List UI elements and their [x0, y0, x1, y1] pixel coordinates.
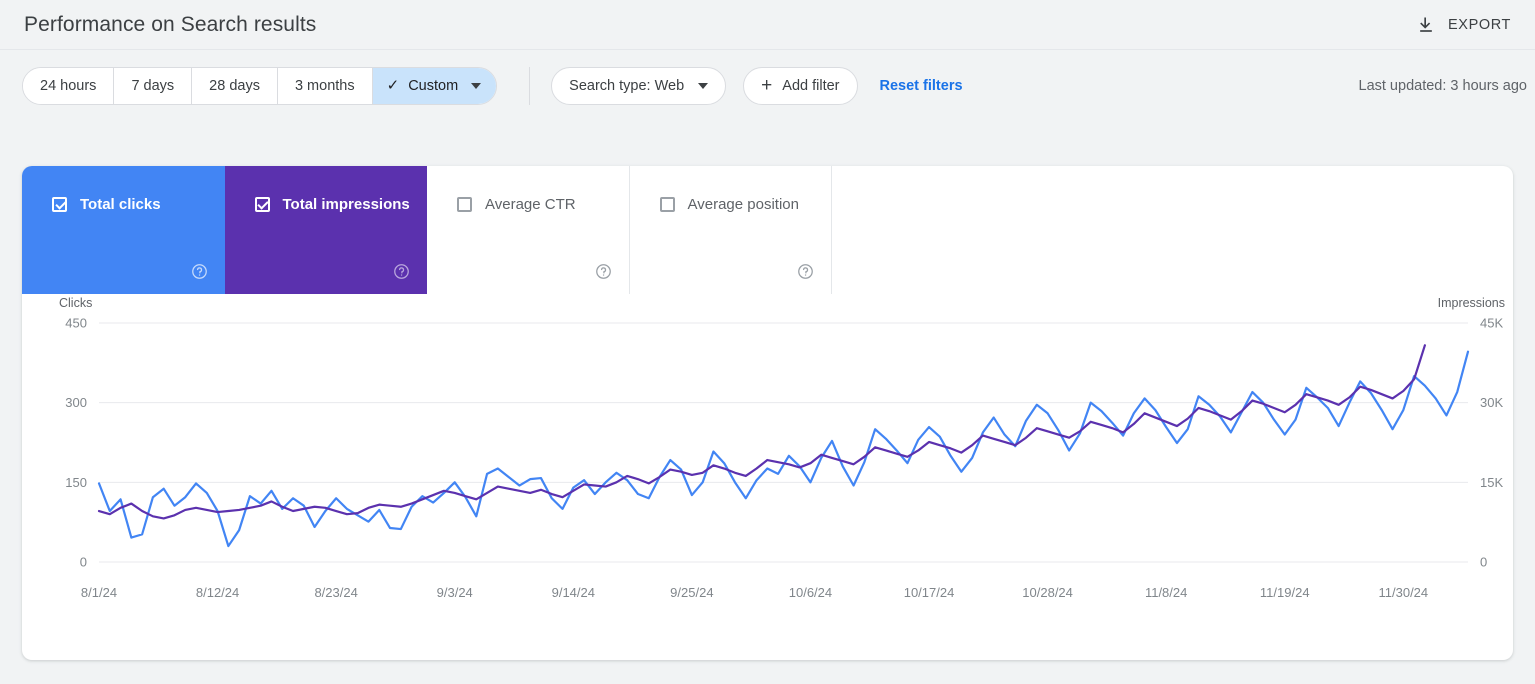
metric-checkbox-total-clicks[interactable] [52, 197, 67, 212]
svg-text:10/6/24: 10/6/24 [789, 585, 832, 600]
page-title: Performance on Search results [24, 12, 317, 36]
performance-page: Performance on Search results EXPORT 24 … [0, 0, 1535, 684]
svg-text:8/23/24: 8/23/24 [314, 585, 357, 600]
svg-text:9/3/24: 9/3/24 [437, 585, 473, 600]
date-range-28-days[interactable]: 28 days [192, 67, 278, 104]
search-type-dropdown[interactable]: Search type: Web [551, 66, 727, 105]
search-type-label: Search type: Web [569, 77, 685, 94]
metric-card-average-ctr[interactable]: Average CTR [427, 166, 630, 294]
metric-label: Average position [687, 196, 799, 213]
metric-checkbox-average-ctr[interactable] [457, 197, 472, 212]
export-label: EXPORT [1448, 16, 1511, 33]
date-range-custom[interactable]: ✓ Custom [372, 67, 497, 104]
metric-checkbox-average-position[interactable] [659, 197, 675, 212]
date-range-24-hours[interactable]: 24 hours [23, 67, 115, 104]
help-circle-icon[interactable] [797, 263, 814, 280]
metric-label: Total clicks [80, 196, 161, 213]
metric-checkbox-total-impressions[interactable] [254, 197, 270, 212]
date-range-label: Custom [408, 77, 459, 94]
date-range-segmented-control: 24 hours 7 days 28 days 3 months ✓ Custo… [22, 66, 498, 105]
chevron-down-icon [698, 82, 709, 89]
metric-label: Total impressions [282, 196, 410, 213]
plus-icon: + [761, 75, 773, 96]
svg-text:450: 450 [65, 316, 87, 331]
date-range-3-months[interactable]: 3 months [277, 67, 373, 104]
reset-filters-link[interactable]: Reset filters [880, 78, 963, 94]
svg-text:150: 150 [65, 475, 87, 490]
metric-card-average-position[interactable]: Average position [629, 166, 832, 294]
svg-text:0: 0 [1480, 555, 1487, 570]
chart-svg: Clicks Impressions 0 150 300 450 0 15K 30K 45K 8/1… [59, 296, 1505, 600]
metric-label: Average CTR [485, 196, 576, 213]
date-range-label: 24 hours [40, 77, 97, 94]
date-range-7-days[interactable]: 7 days [114, 67, 193, 104]
help-circle-icon[interactable] [595, 263, 612, 280]
check-icon: ✓ [386, 77, 400, 94]
help-circle-icon[interactable] [393, 263, 410, 280]
svg-text:300: 300 [65, 395, 87, 410]
last-updated-text: Last updated: 3 hours ago [1358, 77, 1528, 94]
svg-text:8/12/24: 8/12/24 [196, 585, 239, 600]
performance-panel: Total clicks Total impressions Average C… [22, 166, 1513, 660]
svg-text:11/19/24: 11/19/24 [1260, 585, 1310, 600]
svg-text:Impressions: Impressions [1438, 296, 1505, 310]
date-range-label: 3 months [294, 77, 355, 94]
date-range-label: 28 days [209, 77, 260, 94]
add-filter-button[interactable]: + Add filter [743, 66, 858, 105]
chevron-down-icon [471, 82, 482, 89]
performance-chart[interactable]: Clicks Impressions 0 150 300 450 0 15K 30K 45K 8/1… [22, 294, 1513, 660]
svg-text:Clicks: Clicks [59, 296, 92, 310]
metric-cards: Total clicks Total impressions Average C… [22, 166, 832, 294]
svg-text:10/17/24: 10/17/24 [904, 585, 955, 600]
svg-text:8/1/24: 8/1/24 [81, 585, 117, 600]
export-button[interactable]: EXPORT [1414, 9, 1513, 41]
svg-text:9/14/24: 9/14/24 [552, 585, 595, 600]
svg-text:30K: 30K [1480, 395, 1503, 410]
svg-text:15K: 15K [1480, 475, 1503, 490]
page-header: Performance on Search results EXPORT [0, 0, 1535, 50]
toolbar-divider [529, 66, 531, 105]
metric-card-total-impressions[interactable]: Total impressions [224, 166, 427, 294]
svg-text:9/25/24: 9/25/24 [670, 585, 713, 600]
download-icon [1416, 15, 1436, 35]
help-circle-icon[interactable] [191, 263, 208, 280]
svg-text:10/28/24: 10/28/24 [1022, 585, 1073, 600]
filters-toolbar: 24 hours 7 days 28 days 3 months ✓ Custo… [0, 51, 1535, 120]
add-filter-label: Add filter [782, 77, 840, 94]
svg-text:45K: 45K [1480, 316, 1503, 331]
svg-text:11/8/24: 11/8/24 [1145, 585, 1187, 600]
svg-text:11/30/24: 11/30/24 [1379, 585, 1429, 600]
svg-text:0: 0 [80, 555, 87, 570]
date-range-label: 7 days [131, 77, 175, 94]
metric-card-total-clicks[interactable]: Total clicks [22, 166, 225, 294]
